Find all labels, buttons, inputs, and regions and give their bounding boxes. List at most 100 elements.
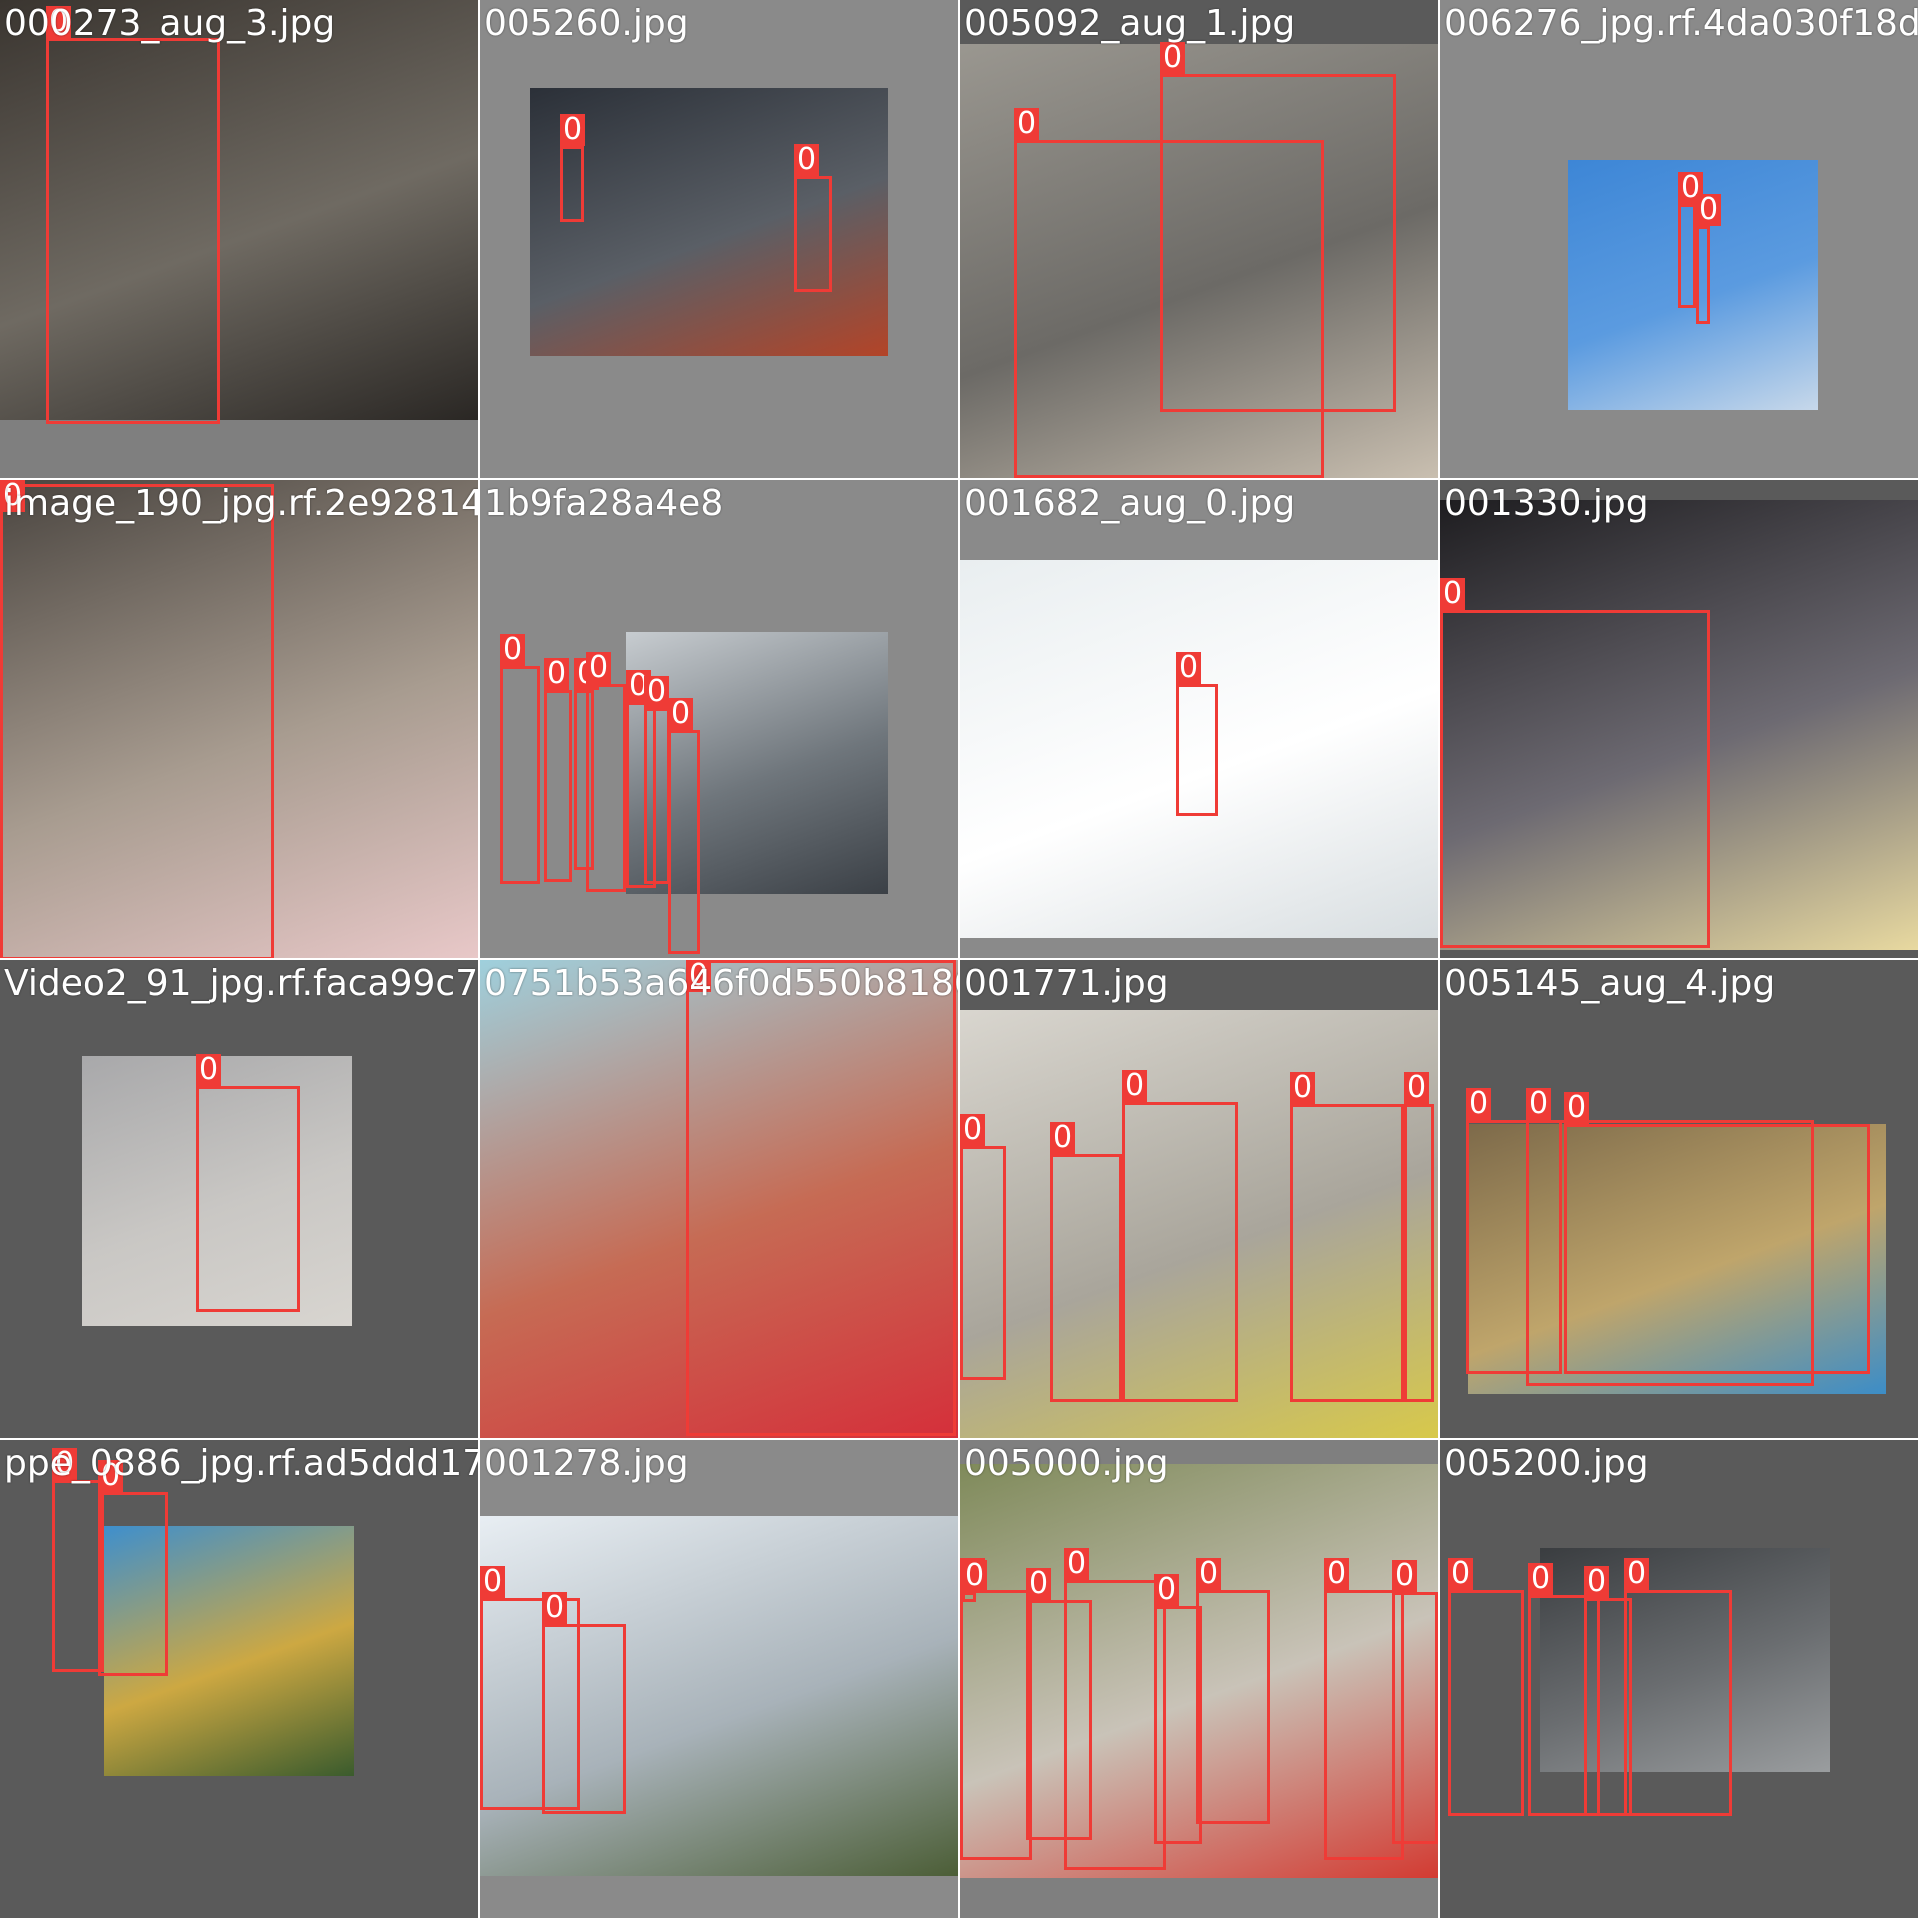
bounding-box xyxy=(544,690,572,882)
bounding-box-label: 0 xyxy=(1050,1122,1076,1154)
bounding-box xyxy=(1196,1590,1270,1824)
bounding-box xyxy=(1290,1104,1404,1402)
bounding-box-label: 0 xyxy=(962,1560,988,1592)
bounding-box-label: 0 xyxy=(480,1566,506,1598)
tile-filename: image_190_jpg.rf.2e92814af735dd7d2f5437 xyxy=(4,483,478,524)
mosaic-tile: 00000000005000.jpg xyxy=(960,1440,1438,1918)
bounding-box xyxy=(1564,1124,1870,1374)
bounding-box-label: 0 xyxy=(644,676,670,708)
bounding-box-label: 0 xyxy=(1526,1088,1552,1120)
tile-filename: 0751b53a646f0d550b8186ab xyxy=(484,963,958,1004)
bounding-box xyxy=(794,176,832,292)
bounding-box xyxy=(1160,74,1396,412)
bounding-box-label: 0 xyxy=(1528,1563,1554,1595)
mosaic-tile: 00ppe_0886_jpg.rf.ad5ddd17c0f5681b xyxy=(0,1440,478,1918)
bounding-box xyxy=(52,1480,104,1672)
bounding-box-label: 0 xyxy=(1122,1070,1148,1102)
bounding-box xyxy=(46,38,220,424)
mosaic-tile: 0 000273_aug_3.jpg xyxy=(0,0,478,478)
bounding-box-label: 0 xyxy=(560,114,586,146)
tile-filename: 001771.jpg xyxy=(964,963,1169,1004)
bounding-box xyxy=(500,666,540,884)
bounding-box-label: 0 xyxy=(586,652,612,684)
bounding-box xyxy=(1404,1104,1434,1402)
mosaic-tile: 0 0 0 0 005200.jpg xyxy=(1440,1440,1918,1918)
bounding-box-label: 0 xyxy=(542,1592,568,1624)
bounding-box-label: 0 xyxy=(1696,194,1722,226)
bounding-box xyxy=(962,1592,976,1602)
tile-filename: 005200.jpg xyxy=(1444,1443,1649,1484)
bounding-box-label: 0 xyxy=(1290,1072,1316,1104)
bounding-box xyxy=(668,730,700,954)
bounding-box-label: 0 xyxy=(1160,42,1186,74)
mosaic-tile: 0 0 001278.jpg xyxy=(480,1440,958,1918)
bounding-box xyxy=(542,1624,626,1814)
bounding-box-label: 0 xyxy=(1196,1558,1222,1590)
tile-filename: 005092_aug_1.jpg xyxy=(964,3,1296,44)
bounding-box-label: 0 xyxy=(196,1054,222,1086)
tile-filename: Video2_91_jpg.rf.faca99c76 xyxy=(4,963,478,1004)
bounding-box xyxy=(196,1086,300,1312)
bounding-box-label: 0 xyxy=(1466,1088,1492,1120)
bounding-box xyxy=(98,1492,168,1676)
bounding-box-label: 0 xyxy=(1564,1092,1590,1124)
bounding-box xyxy=(1696,226,1710,324)
mosaic-tile: 00751b53a646f0d550b8186ab xyxy=(480,960,958,1438)
bounding-box xyxy=(686,960,956,1436)
bounding-box xyxy=(1064,1580,1166,1870)
bounding-box-label: 0 xyxy=(1624,1558,1650,1590)
bounding-box xyxy=(1154,1606,1202,1844)
bounding-box-label: 0 xyxy=(1064,1548,1090,1580)
bounding-box xyxy=(644,708,670,884)
bounding-box-label: 0 xyxy=(1014,108,1040,140)
bounding-box-label: 0 xyxy=(1392,1560,1418,1592)
bounding-box xyxy=(1122,1102,1238,1402)
bounding-box xyxy=(1392,1592,1438,1844)
bounding-box-label: 0 xyxy=(1324,1558,1350,1590)
tile-filename: 005000.jpg xyxy=(964,1443,1169,1484)
bounding-box-label: 0 xyxy=(668,698,694,730)
bounding-box xyxy=(586,684,626,892)
bounding-box xyxy=(1448,1590,1524,1816)
tile-filename: 000273_aug_3.jpg xyxy=(4,3,336,44)
bounding-box xyxy=(1176,684,1218,816)
bounding-box xyxy=(1050,1154,1122,1402)
mosaic-tile: 0 0 0 005145_aug_4.jpg xyxy=(1440,960,1918,1438)
bounding-box-label: 0 xyxy=(1448,1558,1474,1590)
bounding-box xyxy=(960,1590,1032,1860)
mosaic-tile: 0 001330.jpg xyxy=(1440,480,1918,958)
mosaic-tile: 0 Video2_91_jpg.rf.faca99c76 xyxy=(0,960,478,1438)
bounding-box-label: 0 xyxy=(1440,578,1466,610)
mosaic-tile: 0 0 005092_aug_1.jpg xyxy=(960,0,1438,478)
bounding-box-label: 0 xyxy=(1154,1574,1180,1606)
bounding-box xyxy=(1624,1590,1732,1816)
bounding-box-label: 0 xyxy=(1176,652,1202,684)
mosaic-tile: 0 0 0 0 0 001771.jpg xyxy=(960,960,1438,1438)
mosaic-tile: 0 001682_aug_0.jpg xyxy=(960,480,1438,958)
bounding-box xyxy=(1440,610,1710,948)
tile-filename: 001682_aug_0.jpg xyxy=(964,483,1296,524)
bounding-box xyxy=(0,484,274,958)
tile-filename: 006276_jpg.rf.4da030f18de4 xyxy=(1444,3,1918,44)
tile-filename: 005145_aug_4.jpg xyxy=(1444,963,1776,1004)
mosaic-tile: 0 0 006276_jpg.rf.4da030f18de4 xyxy=(1440,0,1918,478)
tile-filename: 005260.jpg xyxy=(484,3,689,44)
bounding-box-label: 0 xyxy=(794,144,820,176)
bounding-box xyxy=(560,146,584,222)
bounding-box xyxy=(960,1146,1006,1380)
tile-filename: ppe_0886_jpg.rf.ad5ddd17c0f5681b xyxy=(4,1443,478,1484)
tile-filename: 001278.jpg xyxy=(484,1443,689,1484)
bounding-box xyxy=(1678,204,1696,308)
mosaic-grid: 0 000273_aug_3.jpg 0 0 005260.jpg 0 0 005092_au… xyxy=(0,0,1920,1920)
bounding-box-label: 0 xyxy=(1026,1568,1052,1600)
bounding-box-label: 0 xyxy=(544,658,570,690)
bounding-box-label: 0 xyxy=(1584,1566,1610,1598)
bounding-box-label: 0 xyxy=(960,1114,986,1146)
bounding-box-label: 0 xyxy=(1404,1072,1430,1104)
mosaic-tile: 00000001b9fa28a4e8 xyxy=(480,480,958,958)
mosaic-tile: 0 0 005260.jpg xyxy=(480,0,958,478)
tile-filename: 001330.jpg xyxy=(1444,483,1649,524)
mosaic-tile: 0image_190_jpg.rf.2e92814af735dd7d2f5437 xyxy=(0,480,478,958)
tile-filename: 1b9fa28a4e8 xyxy=(484,483,724,524)
bounding-box-label: 0 xyxy=(500,634,526,666)
